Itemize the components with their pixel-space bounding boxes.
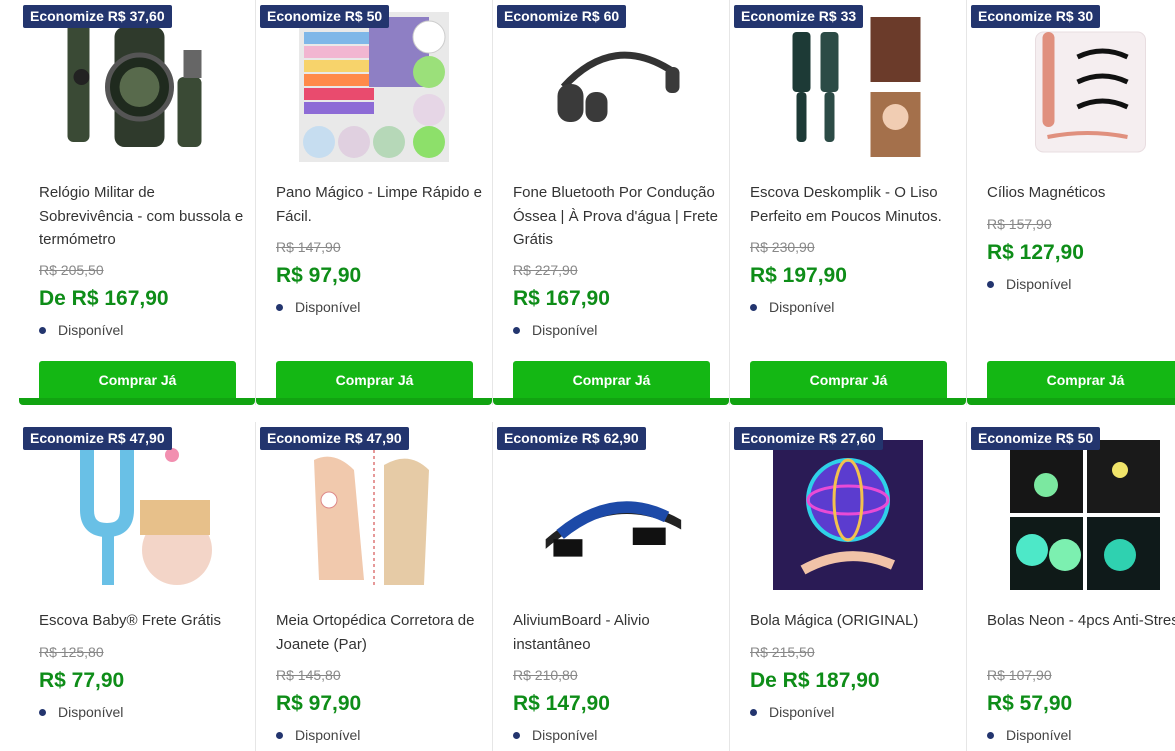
product-card[interactable]: Economize R$ 50 Pano Mágico - Limpe Rápi… <box>256 0 493 405</box>
product-title[interactable]: Fone Bluetooth Por Condução Óssea | À Pr… <box>513 181 723 252</box>
product-card[interactable]: Economize R$ 50 Bolas Neon - 4pcs Anti-S… <box>967 422 1175 751</box>
stock-status: Disponível <box>513 727 597 743</box>
product-image-foot[interactable] <box>299 440 449 590</box>
discount-badge: Economize R$ 47,90 <box>260 427 409 450</box>
sale-price: R$ 147,90 <box>513 692 610 715</box>
status-dot-icon <box>987 280 994 288</box>
buy-now-button[interactable]: Comprar Já <box>987 361 1175 399</box>
status-dot-icon <box>513 731 520 739</box>
old-price: R$ 145,80 <box>276 667 341 683</box>
product-card[interactable]: Economize R$ 47,90 Escova Baby® Frete Gr… <box>19 422 256 751</box>
product-title[interactable]: Escova Deskomplik - O Liso Perfeito em P… <box>750 181 960 228</box>
old-price: R$ 210,80 <box>513 667 578 683</box>
old-price: R$ 107,90 <box>987 667 1052 683</box>
old-price: R$ 157,90 <box>987 216 1052 232</box>
discount-badge: Economize R$ 47,90 <box>23 427 172 450</box>
sale-price: R$ 197,90 <box>750 264 847 287</box>
sale-price: R$ 97,90 <box>276 692 362 715</box>
product-card[interactable]: Economize R$ 27,60 Bola Mágica (ORIGINAL… <box>730 422 967 751</box>
status-dot-icon <box>750 303 757 311</box>
buy-now-button[interactable]: Comprar Já <box>750 361 947 399</box>
product-card[interactable]: Economize R$ 30 Cílios Magnéticos R$ 157… <box>967 0 1175 405</box>
old-price: R$ 125,80 <box>39 644 104 660</box>
product-image-ball[interactable] <box>773 440 923 590</box>
stock-status: Disponível <box>987 727 1071 743</box>
discount-badge: Economize R$ 33 <box>734 5 864 28</box>
status-dot-icon <box>276 303 283 311</box>
stock-status: Disponível <box>750 299 834 315</box>
product-card[interactable]: Economize R$ 33 Escova Deskomplik - O Li… <box>730 0 967 405</box>
stock-status: Disponível <box>513 322 597 338</box>
product-title[interactable]: Cílios Magnéticos <box>987 181 1175 205</box>
stock-status: Disponível <box>987 276 1071 292</box>
old-price: R$ 205,50 <box>39 262 104 278</box>
product-title[interactable]: Bola Mágica (ORIGINAL) <box>750 609 960 633</box>
stock-status: Disponível <box>39 704 123 720</box>
status-dot-icon <box>39 708 46 716</box>
product-grid: Economize R$ 37,60 Relógio Militar de So… <box>19 0 1175 751</box>
discount-badge: Economize R$ 60 <box>497 5 627 28</box>
sale-price: De R$ 167,90 <box>39 287 169 310</box>
product-title[interactable]: Pano Mágico - Limpe Rápido e Fácil. <box>276 181 486 228</box>
status-dot-icon <box>39 326 46 334</box>
product-image-cloths[interactable] <box>297 12 452 162</box>
product-title[interactable]: Bolas Neon - 4pcs Anti-Stress <box>987 609 1175 633</box>
product-card[interactable]: Economize R$ 47,90 Meia Ortopédica Corre… <box>256 422 493 751</box>
sale-price: R$ 77,90 <box>39 669 125 692</box>
product-card[interactable]: Economize R$ 60 Fone Bluetooth Por Condu… <box>493 0 730 405</box>
product-image-brush[interactable] <box>770 12 926 162</box>
old-price: R$ 227,90 <box>513 262 578 278</box>
discount-badge: Economize R$ 30 <box>971 5 1101 28</box>
status-dot-icon <box>987 731 994 739</box>
discount-badge: Economize R$ 27,60 <box>734 427 883 450</box>
product-image-neon[interactable] <box>1010 440 1160 590</box>
discount-badge: Economize R$ 50 <box>260 5 390 28</box>
old-price: R$ 230,90 <box>750 239 815 255</box>
old-price: R$ 215,50 <box>750 644 815 660</box>
stock-status: Disponível <box>750 704 834 720</box>
old-price: R$ 147,90 <box>276 239 341 255</box>
product-image-lashes[interactable] <box>1007 12 1163 162</box>
status-dot-icon <box>750 708 757 716</box>
sale-price: R$ 57,90 <box>987 692 1073 715</box>
sale-price: De R$ 187,90 <box>750 669 880 692</box>
buy-now-button[interactable]: Comprar Já <box>513 361 710 399</box>
discount-badge: Economize R$ 62,90 <box>497 427 646 450</box>
product-image-headphone[interactable] <box>533 12 689 162</box>
product-image-watch[interactable] <box>59 12 215 162</box>
stock-status: Disponível <box>276 299 360 315</box>
product-card[interactable]: Economize R$ 62,90 AliviumBoard - Alivio… <box>493 422 730 751</box>
stock-status: Disponível <box>39 322 123 338</box>
status-dot-icon <box>276 731 283 739</box>
product-image-toothbrush[interactable] <box>62 440 212 590</box>
product-image-board[interactable] <box>536 440 686 590</box>
status-dot-icon <box>513 326 520 334</box>
buy-now-button[interactable]: Comprar Já <box>39 361 236 399</box>
product-card[interactable]: Economize R$ 37,60 Relógio Militar de So… <box>19 0 256 405</box>
stock-status: Disponível <box>276 727 360 743</box>
product-title[interactable]: Escova Baby® Frete Grátis <box>39 609 249 633</box>
product-title[interactable]: Relógio Militar de Sobrevivência - com b… <box>39 181 249 252</box>
product-title[interactable]: AliviumBoard - Alivio instantâneo <box>513 609 723 656</box>
product-title[interactable]: Meia Ortopédica Corretora de Joanete (Pa… <box>276 609 486 656</box>
sale-price: R$ 167,90 <box>513 287 610 310</box>
sale-price: R$ 127,90 <box>987 241 1084 264</box>
discount-badge: Economize R$ 50 <box>971 427 1101 450</box>
sale-price: R$ 97,90 <box>276 264 362 287</box>
buy-now-button[interactable]: Comprar Já <box>276 361 473 399</box>
discount-badge: Economize R$ 37,60 <box>23 5 172 28</box>
